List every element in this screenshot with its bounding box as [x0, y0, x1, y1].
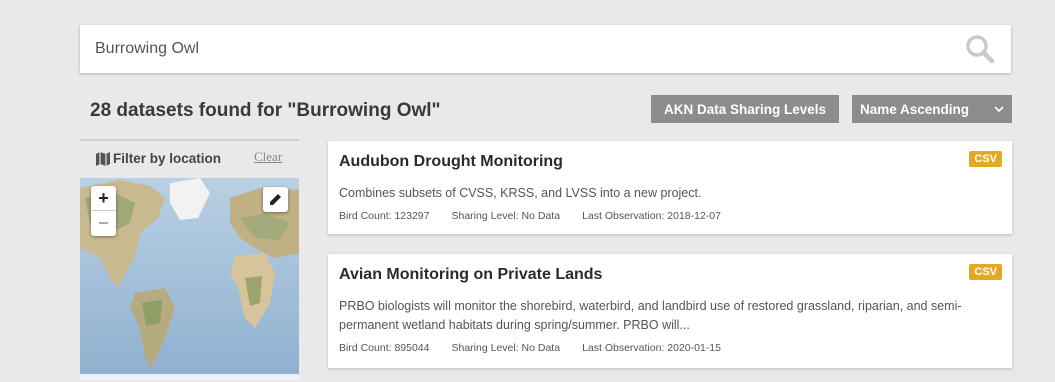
- data-sharing-levels-button[interactable]: AKN Data Sharing Levels: [651, 95, 839, 123]
- dataset-card[interactable]: Audubon Drought Monitoring CSV Combines …: [328, 141, 1012, 234]
- sharing-level: Sharing Level: No Data: [451, 210, 561, 222]
- format-badge: CSV: [969, 151, 1002, 167]
- chevron-down-icon: [994, 106, 1004, 113]
- filter-by-location-label: Filter by location: [113, 151, 222, 166]
- draw-area-button[interactable]: [263, 187, 288, 212]
- zoom-in-button[interactable]: +: [91, 186, 116, 210]
- search-bar: [80, 24, 1011, 74]
- last-observation: Last Observation: 2020-01-15: [582, 342, 721, 354]
- sharing-level: Sharing Level: No Data: [451, 342, 561, 354]
- last-observation: Last Observation: 2018-12-07: [582, 210, 721, 222]
- format-badge: CSV: [969, 264, 1002, 280]
- dataset-title[interactable]: Avian Monitoring on Private Lands: [339, 266, 602, 284]
- dataset-card[interactable]: Avian Monitoring on Private Lands CSV PR…: [328, 254, 1012, 368]
- zoom-out-button[interactable]: −: [91, 210, 116, 235]
- bird-count: Bird Count: 123297: [339, 210, 430, 222]
- dataset-description: Combines subsets of CVSS, KRSS, and LVSS…: [339, 186, 702, 200]
- sort-select[interactable]: Name Ascending: [852, 95, 1012, 123]
- page: 28 datasets found for "Burrowing Owl" AK…: [0, 0, 1055, 380]
- dataset-description: PRBO biologists will monitor the shorebi…: [339, 299, 962, 332]
- pencil-icon: [270, 194, 281, 205]
- search-icon[interactable]: [965, 34, 995, 64]
- map-zoom-control: + −: [91, 186, 116, 236]
- dataset-meta: Bird Count: 895044 Sharing Level: No Dat…: [339, 342, 721, 354]
- dataset-meta: Bird Count: 123297 Sharing Level: No Dat…: [339, 210, 721, 222]
- dataset-title[interactable]: Audubon Drought Monitoring: [339, 153, 563, 171]
- bird-count: Bird Count: 895044: [339, 342, 430, 354]
- map-icon: [96, 152, 110, 166]
- sort-selected-value: Name Ascending: [860, 101, 970, 117]
- results-title: 28 datasets found for "Burrowing Owl": [90, 100, 441, 121]
- clear-filter-link[interactable]: Clear: [254, 149, 282, 165]
- search-input[interactable]: [80, 24, 947, 74]
